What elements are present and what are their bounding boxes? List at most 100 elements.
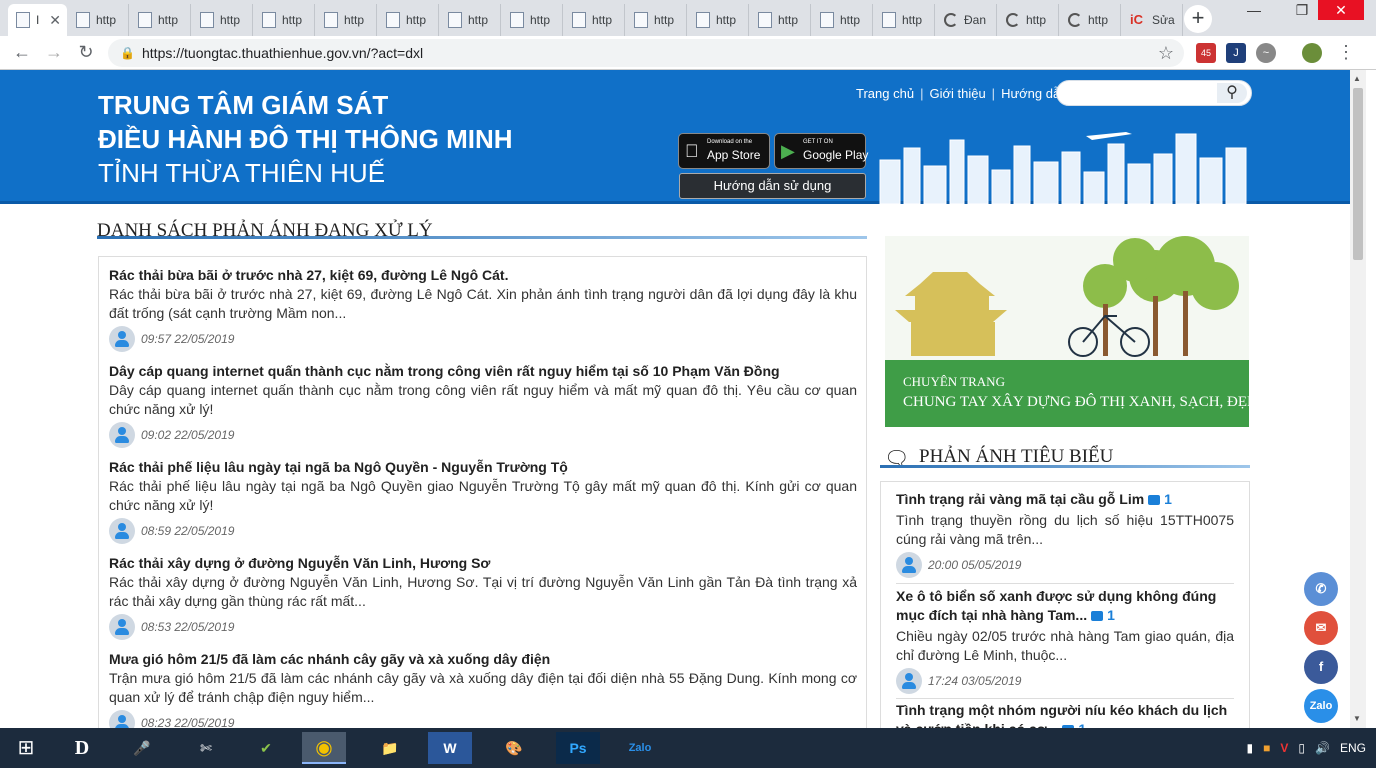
battery-icon[interactable]: ▯ [1298, 741, 1305, 755]
item-title[interactable]: Xe ô tô biển số xanh được sử dụng không … [896, 587, 1234, 625]
app-store-button[interactable]:  Download on the App Store [678, 133, 770, 169]
antivirus-icon[interactable]: V [1280, 741, 1288, 755]
tab-close-icon[interactable]: ✕ [49, 12, 61, 29]
browser-tab[interactable]: http [68, 4, 129, 36]
window-close-icon[interactable]: ✕ [1318, 0, 1364, 20]
windows-taskbar: ⊞ D 🎤 ✄ ✔ ◉ 📁 W 🎨 Ps Zalo ▮ ■ V ▯ 🔊 ENG [0, 728, 1376, 768]
windows-start-icon[interactable]: ⊞ [4, 732, 48, 764]
list-item[interactable]: Tình trạng một nhóm người níu kéo khách … [896, 701, 1234, 728]
item-title-text[interactable]: Tình trạng một nhóm người níu kéo khách … [896, 702, 1227, 728]
user-avatar-icon [896, 668, 922, 694]
browser-tab[interactable]: http [812, 4, 873, 36]
minimize-icon[interactable]: — [1236, 2, 1272, 18]
scroll-up-icon[interactable]: ▲ [1353, 74, 1361, 83]
item-title-text[interactable]: Xe ô tô biển số xanh được sử dụng không … [896, 588, 1216, 623]
user-avatar-icon [109, 422, 135, 448]
comment-count: 1 [1078, 721, 1086, 728]
microphone-app-icon[interactable]: 🎤 [120, 732, 164, 764]
new-tab-button[interactable]: + [1184, 5, 1212, 33]
browser-tab[interactable]: http [874, 4, 935, 36]
google-play-button[interactable]: ▶ GET IT ON Google Play [774, 133, 868, 169]
photoshop-icon[interactable]: Ps [556, 732, 600, 764]
address-bar[interactable]: 🔒 https://tuongtac.thuathienhue.gov.vn/?… [108, 39, 1184, 67]
nav-about[interactable]: Giới thiệu [923, 86, 991, 101]
tab-title: http [344, 13, 365, 27]
system-tray: ▮ ■ V ▯ 🔊 ENG [1246, 728, 1366, 768]
facebook-button[interactable]: f [1304, 650, 1338, 684]
browser-tab[interactable]: http [998, 4, 1059, 36]
list-item[interactable]: Mưa gió hôm 21/5 đã làm các nhánh cây gã… [109, 651, 857, 728]
list-item[interactable]: Rác thải xây dựng ở đường Nguyễn Văn Lin… [109, 555, 857, 640]
zalo-button[interactable]: Zalo [1304, 689, 1338, 723]
email-button[interactable]: ✉ [1304, 611, 1338, 645]
list-item[interactable]: Rác thải bừa bãi ở trước nhà 27, kiệt 69… [109, 267, 857, 352]
chrome-taskbar-icon[interactable]: ◉ [302, 732, 346, 764]
snipping-tool-icon[interactable]: ✄ [184, 732, 228, 764]
browser-tab[interactable]: iC Sửa [1122, 4, 1183, 36]
item-title[interactable]: Rác thải xây dựng ở đường Nguyễn Văn Lin… [109, 555, 857, 571]
profile-avatar[interactable] [1302, 43, 1322, 63]
item-title-text[interactable]: Tình trạng rải vàng mã tại cầu gỗ Lim [896, 491, 1144, 507]
scroll-thumb[interactable] [1353, 88, 1363, 260]
j-extension-icon[interactable]: J [1226, 43, 1246, 63]
zalo-taskbar-icon[interactable]: Zalo [618, 732, 662, 764]
browser-tab[interactable]: http [254, 4, 315, 36]
speaker-icon[interactable]: 🔊 [1315, 741, 1330, 755]
browser-tab[interactable]: http [440, 4, 501, 36]
menu-icon[interactable]: ⋮ [1334, 42, 1358, 63]
scroll-down-icon[interactable]: ▼ [1353, 714, 1361, 723]
color-app-icon[interactable]: ■ [1263, 741, 1270, 755]
list-item[interactable]: Rác thải phế liệu lâu ngày tại ngã ba Ng… [109, 459, 857, 544]
page-favicon-icon [758, 12, 772, 28]
browser-tab[interactable]: Đan [936, 4, 997, 36]
item-title[interactable]: Dây cáp quang internet quấn thành cục nằ… [109, 363, 857, 379]
browser-tab[interactable]: I ✕ [8, 4, 67, 36]
item-title[interactable]: Tình trạng một nhóm người níu kéo khách … [896, 701, 1234, 728]
maximize-icon[interactable]: ❐ [1284, 2, 1320, 18]
browser-tab[interactable]: http [626, 4, 687, 36]
browser-tab[interactable]: http [192, 4, 253, 36]
back-icon[interactable]: ← [10, 42, 34, 63]
item-title[interactable]: Rác thải bừa bãi ở trước nhà 27, kiệt 69… [109, 267, 857, 283]
item-title[interactable]: Rác thải phế liệu lâu ngày tại ngã ba Ng… [109, 459, 857, 475]
page-scrollbar[interactable]: ▲ ▼ [1350, 70, 1366, 728]
lock-icon[interactable]: 🔒 [120, 39, 135, 67]
browser-tab[interactable]: http [130, 4, 191, 36]
list-item[interactable]: Xe ô tô biển số xanh được sử dụng không … [896, 587, 1234, 694]
tab-title: http [592, 13, 613, 27]
search-box[interactable]: ⚲ [1056, 80, 1252, 106]
loading-icon [1068, 13, 1082, 27]
browser-tab[interactable]: http [750, 4, 811, 36]
phone-call-button[interactable]: ✆ [1304, 572, 1338, 606]
item-title[interactable]: Tình trạng rải vàng mã tại cầu gỗ Lim 1 [896, 490, 1234, 509]
green-city-banner[interactable]: CHUYÊN TRANG CHUNG TAY XÂY DỰNG ĐÔ THỊ X… [885, 236, 1249, 427]
signal-icon[interactable]: ▮ [1246, 741, 1253, 755]
file-explorer-icon[interactable]: 📁 [368, 732, 412, 764]
language-indicator[interactable]: ENG [1340, 741, 1366, 755]
tab-title: http [1026, 13, 1047, 27]
user-guide-button[interactable]: Hướng dẫn sử dụng [679, 173, 866, 199]
browser-tab[interactable]: http [502, 4, 563, 36]
browser-tab[interactable]: http [1060, 4, 1121, 36]
word-icon[interactable]: W [428, 732, 472, 764]
paint-icon[interactable]: 🎨 [492, 732, 536, 764]
page-viewport: TRUNG TÂM GIÁM SÁT ĐIỀU HÀNH ĐÔ THỊ THÔN… [0, 70, 1350, 728]
list-item[interactable]: Tình trạng rải vàng mã tại cầu gỗ Lim 1 T… [896, 490, 1234, 578]
browser-tab[interactable]: http [688, 4, 749, 36]
green-app-icon[interactable]: ✔ [244, 732, 288, 764]
item-title[interactable]: Mưa gió hôm 21/5 đã làm các nhánh cây gã… [109, 651, 857, 667]
messenger-icon[interactable]: ~ [1256, 43, 1276, 63]
forward-icon[interactable]: → [42, 42, 66, 63]
dictionary-app-icon[interactable]: D [60, 732, 104, 764]
nav-home[interactable]: Trang chủ [850, 86, 920, 101]
search-icon[interactable]: ⚲ [1217, 83, 1247, 103]
bookmark-star-icon[interactable]: ☆ [1158, 39, 1174, 67]
browser-tab[interactable]: http [564, 4, 625, 36]
reload-icon[interactable]: ↻ [74, 42, 98, 63]
browser-tab[interactable]: http [316, 4, 377, 36]
list-item[interactable]: Dây cáp quang internet quấn thành cục nằ… [109, 363, 857, 448]
divider [896, 583, 1234, 584]
browser-tab[interactable]: http [378, 4, 439, 36]
divider [896, 698, 1234, 699]
extension-icon[interactable]: 45 [1196, 43, 1216, 63]
